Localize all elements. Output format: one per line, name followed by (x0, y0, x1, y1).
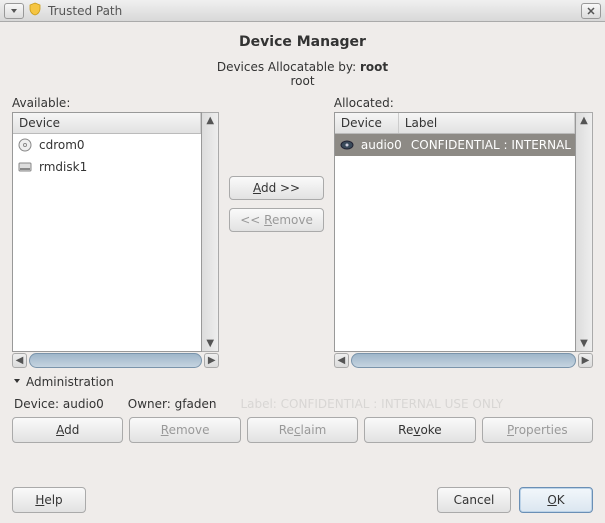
cancel-button[interactable]: Cancel (437, 487, 511, 513)
admin-label: Label: CONFIDENTIAL : INTERNAL USE ONLY (240, 397, 503, 411)
window-title: Trusted Path (48, 4, 122, 18)
audio-icon (339, 137, 355, 153)
add-button[interactable]: Add >> (229, 176, 324, 200)
cd-icon (17, 137, 33, 153)
remove-button[interactable]: << Remove (229, 208, 324, 232)
admin-remove-button[interactable]: Remove (129, 417, 240, 443)
allocated-column-headers: Device Label (335, 113, 575, 134)
remove-label-rest: emove (272, 213, 313, 227)
device-label: CONFIDENTIAL : INTERNAL (411, 138, 571, 152)
admin-owner: Owner: gfaden (128, 397, 217, 411)
list-item[interactable]: cdrom0 (13, 134, 201, 156)
scroll-track[interactable] (351, 353, 576, 368)
window-body: Device Manager Devices Allocatable by: r… (0, 22, 605, 523)
list-item[interactable]: rmdisk1 (13, 156, 201, 178)
scroll-right-icon[interactable]: ▶ (204, 353, 219, 368)
available-list[interactable]: Device cdrom0 rmd (12, 112, 202, 352)
allocated-label: Allocated: (334, 96, 593, 110)
admin-reclaim-button[interactable]: Reclaim (247, 417, 358, 443)
allocatable-by-user: root (360, 60, 388, 74)
shield-icon (28, 2, 42, 19)
administration-label: Administration (26, 375, 114, 389)
allocatable-by-prefix: Devices Allocatable by: (217, 60, 360, 74)
available-label: Available: (12, 96, 219, 110)
page-title: Device Manager (12, 34, 593, 50)
device-name: audio0 (361, 138, 405, 152)
add-label-rest: dd >> (261, 181, 300, 195)
horizontal-scrollbar[interactable]: ◀ ▶ (334, 352, 593, 369)
administration-toggle[interactable]: Administration (12, 375, 593, 389)
vertical-scrollbar[interactable]: ▲ ▼ (576, 112, 593, 352)
column-device[interactable]: Device (335, 113, 399, 133)
list-item[interactable]: audio0 CONFIDENTIAL : INTERNAL (335, 134, 575, 156)
scroll-track[interactable] (29, 353, 202, 368)
chevron-down-icon (12, 375, 22, 389)
close-button[interactable] (581, 3, 601, 19)
admin-properties-button[interactable]: Properties (482, 417, 593, 443)
scroll-up-icon[interactable]: ▲ (577, 113, 592, 128)
column-label[interactable]: Label (399, 113, 575, 133)
admin-device: Device: audio0 (14, 397, 104, 411)
remove-label-pre: << (240, 213, 264, 227)
horizontal-scrollbar[interactable]: ◀ ▶ (12, 352, 219, 369)
scroll-right-icon[interactable]: ▶ (578, 353, 593, 368)
dialog-buttons: Help Cancel OK (12, 477, 593, 513)
ok-button[interactable]: OK (519, 487, 593, 513)
transfer-buttons: Add >> << Remove (225, 176, 328, 232)
title-bar: Trusted Path (0, 0, 605, 22)
allocated-panel: Allocated: Device Label audio0 CONFIDEN (334, 96, 593, 369)
administration-info: Device: audio0 Owner: gfaden Label: CONF… (12, 397, 593, 411)
scroll-left-icon[interactable]: ◀ (334, 353, 349, 368)
admin-add-button[interactable]: Add (12, 417, 123, 443)
disk-icon (17, 159, 33, 175)
available-panel: Available: Device cdrom0 (12, 96, 219, 369)
allocated-list[interactable]: Device Label audio0 CONFIDENTIAL : INTER… (334, 112, 576, 352)
vertical-scrollbar[interactable]: ▲ ▼ (202, 112, 219, 352)
scroll-left-icon[interactable]: ◀ (12, 353, 27, 368)
scroll-down-icon[interactable]: ▼ (203, 336, 218, 351)
allocatable-by-line: Devices Allocatable by: root (12, 60, 593, 74)
scroll-down-icon[interactable]: ▼ (577, 336, 592, 351)
help-button[interactable]: Help (12, 487, 86, 513)
device-name: rmdisk1 (39, 160, 87, 174)
user-line: root (12, 74, 593, 88)
available-column-headers: Device (13, 113, 201, 134)
administration-section: Administration Device: audio0 Owner: gfa… (12, 375, 593, 443)
administration-buttons: Add Remove Reclaim Revoke Properties (12, 417, 593, 443)
window-menu-button[interactable] (4, 3, 24, 19)
column-device[interactable]: Device (13, 113, 201, 133)
admin-revoke-button[interactable]: Revoke (364, 417, 475, 443)
scroll-up-icon[interactable]: ▲ (203, 113, 218, 128)
device-name: cdrom0 (39, 138, 85, 152)
